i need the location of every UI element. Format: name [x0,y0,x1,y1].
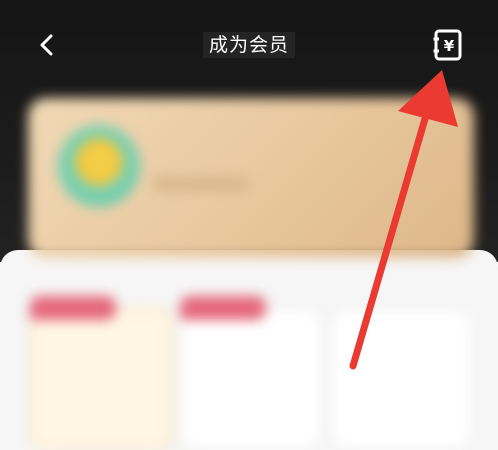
yuan-receipt-icon: ¥ [433,29,462,61]
plan-card[interactable] [330,308,472,450]
vip-status-bar [152,176,250,192]
page-title: 成为会员 [0,30,498,58]
avatar [58,125,140,207]
svg-text:¥: ¥ [444,37,455,55]
plan-tag [180,296,266,320]
orders-button[interactable]: ¥ [433,28,463,62]
page-title-text: 成为会员 [202,32,295,58]
plan-tag [30,296,116,320]
plan-card[interactable] [180,308,322,450]
member-page: 成为会员 ¥ [0,0,498,450]
nav-bar: 成为会员 ¥ [0,0,498,90]
plan-card[interactable] [30,308,172,450]
